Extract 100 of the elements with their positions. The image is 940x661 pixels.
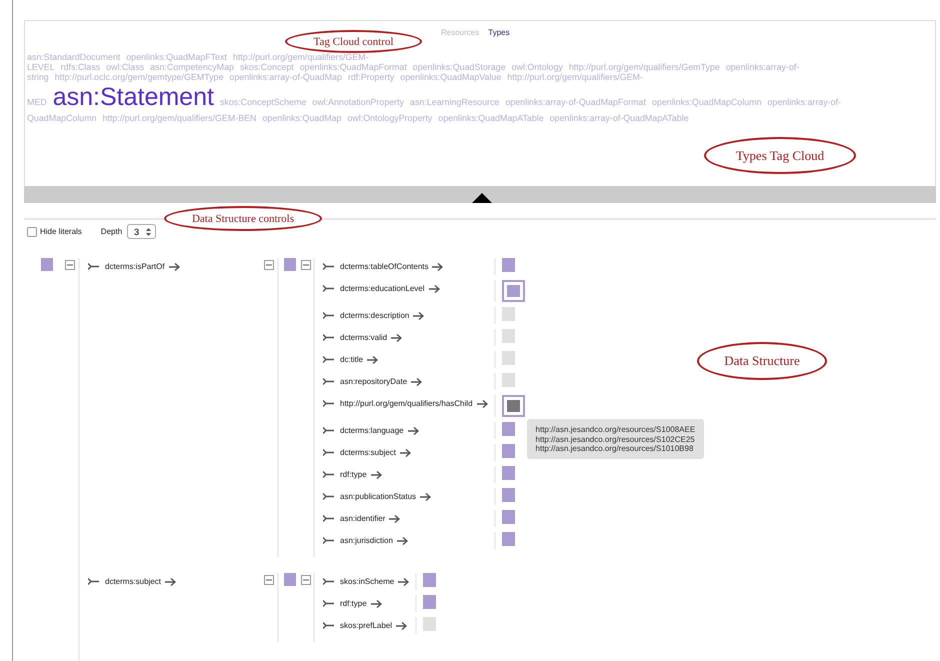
tag-link[interactable]: openlinks:QuadMapFormat <box>300 62 407 72</box>
collapse-toggle-icon[interactable] <box>65 260 75 270</box>
tag-link[interactable]: asn:LearningResource <box>410 97 500 107</box>
tag-link[interactable]: owl:Class <box>106 62 144 72</box>
tag-link[interactable]: openlinks:array-of- <box>726 62 800 72</box>
arrow-icon[interactable] <box>408 426 419 434</box>
handle-icon[interactable] <box>323 427 335 434</box>
value-node[interactable] <box>502 258 515 272</box>
value-node[interactable] <box>502 395 525 417</box>
tag-link[interactable]: rdfs:Class <box>60 62 100 72</box>
value-node[interactable] <box>423 573 436 587</box>
value-node[interactable] <box>502 444 515 458</box>
checkbox-label: Hide literals <box>40 227 82 236</box>
tag-link[interactable]: openlinks:QuadMapColumn <box>652 97 762 107</box>
tag-link[interactable]: asn:Statement <box>52 82 214 113</box>
handle-icon[interactable] <box>323 471 335 478</box>
arrow-icon[interactable] <box>398 578 410 586</box>
value-node[interactable] <box>502 466 515 480</box>
handle-icon[interactable] <box>323 312 335 319</box>
tab[interactable]: Resources <box>441 28 480 37</box>
arrow-icon[interactable] <box>432 262 444 270</box>
tag-link[interactable]: http://purl.org/gem/qualifiers/GEM- <box>507 72 643 82</box>
tag-link[interactable]: string <box>27 72 49 82</box>
handle-icon[interactable] <box>323 493 335 500</box>
arrow-icon[interactable] <box>476 400 488 408</box>
tag-link[interactable]: MED <box>27 97 47 107</box>
value-node[interactable] <box>502 307 515 321</box>
handle-icon[interactable] <box>323 600 335 607</box>
handle-icon[interactable] <box>323 400 335 407</box>
tag-link[interactable]: openlinks:array-of-QuadMapFormat <box>505 97 646 107</box>
value-node[interactable] <box>502 373 515 387</box>
handle-icon[interactable] <box>323 622 335 629</box>
tag-link[interactable]: owl:AnnotationProperty <box>312 97 404 107</box>
tag-link[interactable]: openlinks:QuadMapATable <box>438 113 544 123</box>
value-node[interactable] <box>502 510 515 524</box>
arrow-icon[interactable] <box>400 448 412 456</box>
handle-icon[interactable] <box>323 378 335 385</box>
tag-link[interactable]: openlinks:QuadMapFText <box>126 52 227 62</box>
value-node[interactable] <box>502 351 515 365</box>
collapse-toggle-icon[interactable] <box>301 575 311 585</box>
arrow-icon[interactable] <box>370 600 382 608</box>
value-node[interactable] <box>423 595 436 609</box>
handle-icon[interactable] <box>323 356 335 363</box>
collapse-toggle-icon[interactable] <box>264 575 274 585</box>
tag-link[interactable]: rdf:Property <box>348 72 394 82</box>
resource-node[interactable] <box>41 258 53 271</box>
collapse-toggle-icon[interactable] <box>264 260 274 270</box>
arrow-icon[interactable] <box>413 312 424 320</box>
arrow-icon[interactable] <box>165 578 176 586</box>
handle-icon[interactable] <box>323 449 335 456</box>
arrow-icon[interactable] <box>391 334 402 342</box>
tag-link[interactable]: http://purl.org/gem/qualifiers/GEM- <box>232 52 369 62</box>
arrow-icon[interactable] <box>396 536 408 544</box>
tag-link[interactable]: asn:CompetencyMap <box>150 62 234 72</box>
tag-link[interactable]: skos:Concept <box>240 62 294 72</box>
collapse-toggle-icon[interactable] <box>301 260 311 270</box>
arrow-icon[interactable] <box>367 356 378 364</box>
handle-icon[interactable] <box>323 537 335 544</box>
value-node[interactable] <box>423 617 436 631</box>
tab[interactable]: Types <box>488 28 510 37</box>
arrow-icon[interactable] <box>370 470 382 478</box>
collapse-handle-icon[interactable] <box>472 193 492 203</box>
resource-node[interactable] <box>284 573 296 586</box>
tag-link[interactable]: http://purl.org/gem/qualifiers/GemType <box>568 62 720 72</box>
tag-link[interactable]: http://purl.org/gem/qualifiers/GEM-BEN <box>102 113 256 123</box>
value-node[interactable] <box>502 532 515 546</box>
checkbox[interactable] <box>27 226 37 236</box>
tag-link[interactable]: openlinks:array-of- <box>767 97 841 107</box>
tag-link[interactable]: asn:StandardDocument <box>27 52 120 62</box>
tag-link[interactable]: http://purl.oclc.org/gem/gemtype/GEMType <box>54 72 224 82</box>
tag-link[interactable]: openlinks:QuadMapValue <box>400 72 502 82</box>
handle-icon[interactable] <box>323 285 335 292</box>
value-node[interactable] <box>502 488 515 502</box>
value-node[interactable] <box>502 329 515 343</box>
arrow-icon[interactable] <box>168 262 180 270</box>
handle-icon[interactable] <box>88 578 100 585</box>
tag-link[interactable]: openlinks:array-of-QuadMap <box>229 72 342 82</box>
value-node[interactable] <box>502 422 515 436</box>
arrow-icon[interactable] <box>396 622 408 630</box>
resource-node[interactable] <box>284 258 296 271</box>
arrow-icon[interactable] <box>420 492 432 500</box>
tag-link[interactable]: owl:OntologyProperty <box>347 113 432 123</box>
depth-select[interactable]: 3 <box>127 224 156 239</box>
arrow-icon[interactable] <box>411 378 422 386</box>
tag-link[interactable]: QuadMapColumn <box>27 113 97 123</box>
arrow-icon[interactable] <box>428 284 440 292</box>
tag-link[interactable]: openlinks:array-of-QuadMapATable <box>550 113 689 123</box>
arrow-icon[interactable] <box>389 514 400 522</box>
handle-icon[interactable] <box>323 515 335 522</box>
tag-link[interactable]: skos:ConceptScheme <box>220 97 306 107</box>
tag-link[interactable]: owl:Ontology <box>512 62 563 72</box>
value-node[interactable] <box>502 280 525 302</box>
handle-icon[interactable] <box>88 263 100 270</box>
tag-link[interactable]: openlinks:QuadStorage <box>412 62 506 72</box>
handle-icon[interactable] <box>323 334 335 341</box>
tag-link[interactable]: LEVEL <box>27 62 55 72</box>
handle-icon[interactable] <box>323 263 335 270</box>
handle-icon[interactable] <box>323 578 335 585</box>
tag-link[interactable]: openlinks:QuadMap <box>262 113 342 123</box>
tooltip-line: http://asn.jesandco.org/resources/S1010B98 <box>536 444 694 454</box>
